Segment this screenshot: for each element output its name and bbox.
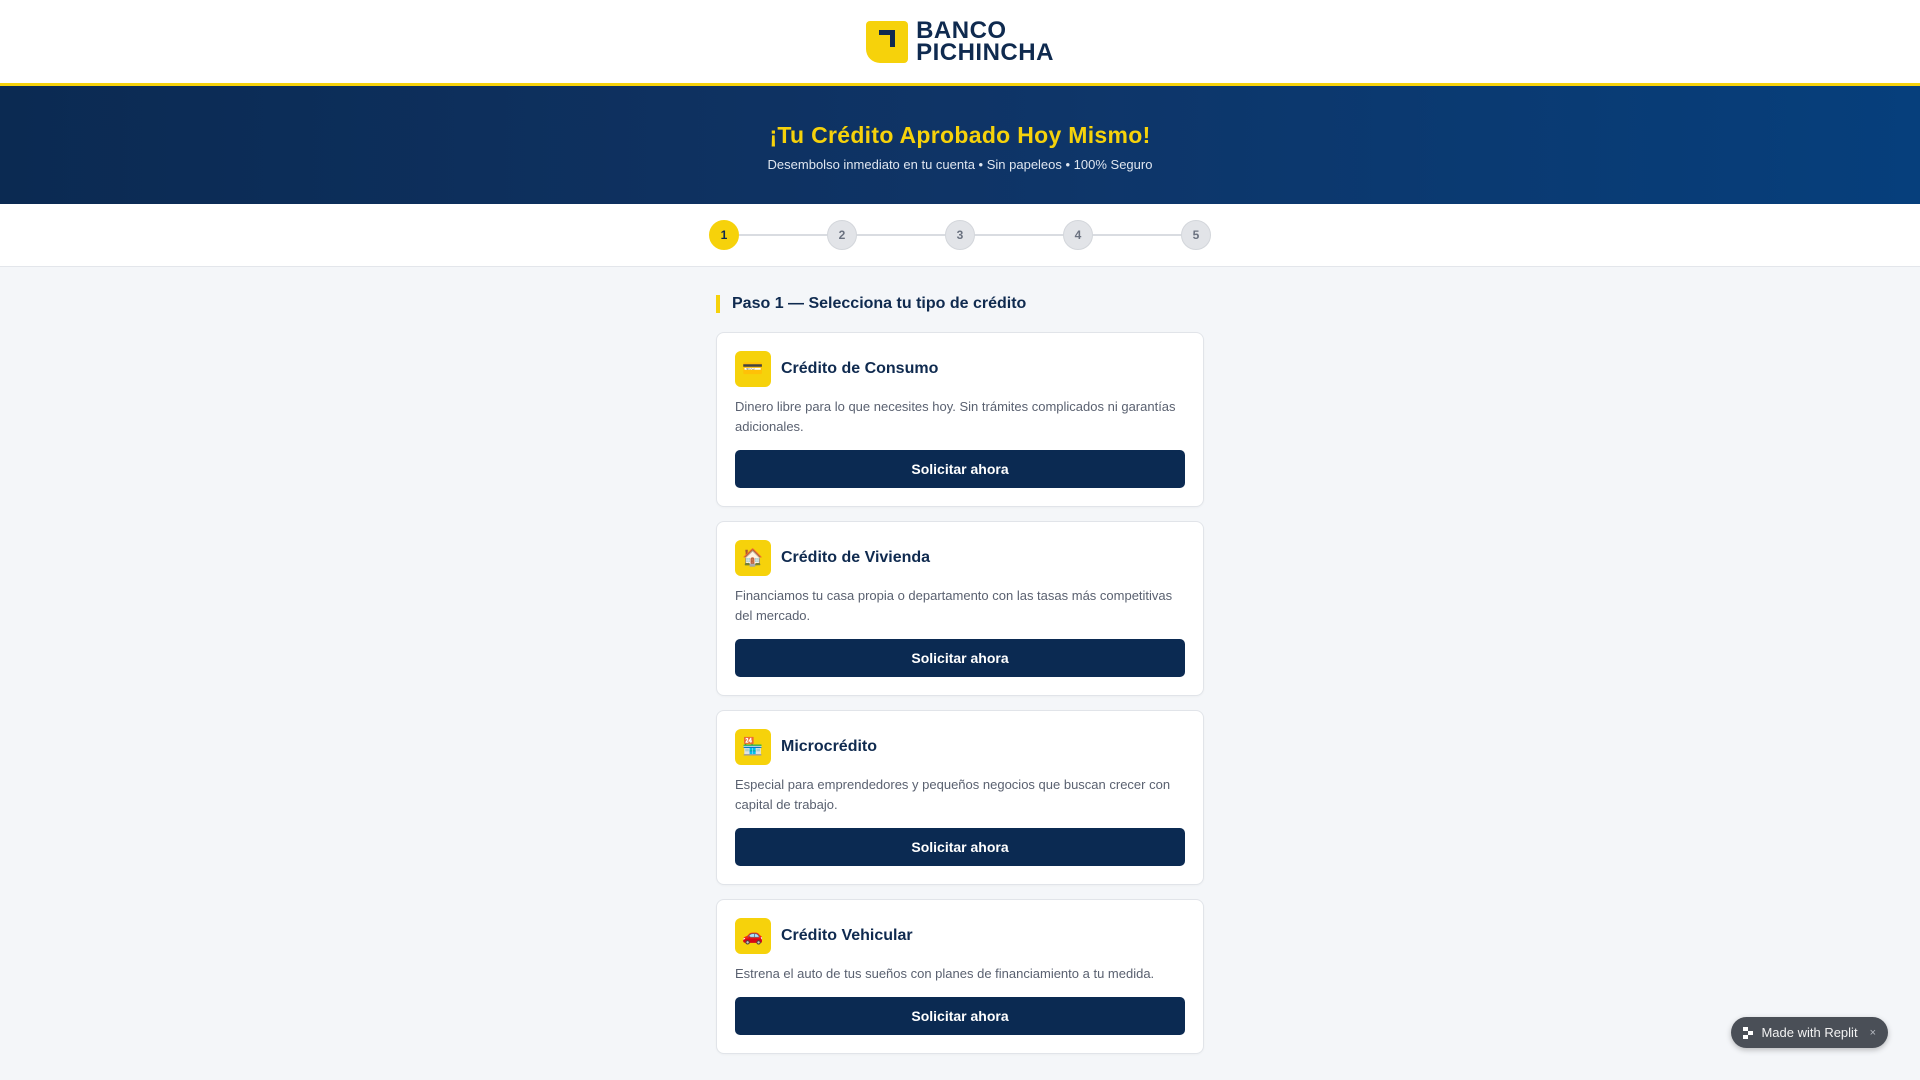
logo-mark-icon bbox=[866, 20, 909, 63]
car-icon: 🚗 bbox=[735, 918, 771, 954]
card-description: Estrena el auto de tus sueños con planes… bbox=[735, 966, 1155, 981]
step-2: 2 bbox=[827, 220, 857, 250]
step-4: 4 bbox=[1063, 220, 1093, 250]
replit-icon bbox=[1743, 1026, 1754, 1039]
step-connector bbox=[739, 234, 827, 236]
hero-subtitle: Desembolso inmediato en tu cuenta • Sin … bbox=[767, 157, 1153, 172]
step-connector bbox=[857, 234, 945, 236]
card-title: Crédito de Consumo bbox=[781, 360, 939, 377]
section-accent-bar bbox=[716, 295, 720, 313]
card-description: Financiamos tu casa propia o departament… bbox=[735, 588, 1173, 623]
step-3: 3 bbox=[945, 220, 975, 250]
card-title: Crédito Vehicular bbox=[781, 927, 913, 944]
card-description: Especial para emprendedores y pequeños n… bbox=[735, 777, 1171, 812]
step-1: 1 bbox=[709, 220, 739, 250]
step-connector bbox=[1093, 234, 1181, 236]
solicitar-consumo-button[interactable]: Solicitar ahora bbox=[735, 450, 1185, 488]
section-title-text: Paso 1 — Selecciona tu tipo de crédito bbox=[732, 295, 1027, 312]
close-icon[interactable]: × bbox=[1870, 1027, 1876, 1039]
solicitar-vivienda-button[interactable]: Solicitar ahora bbox=[735, 639, 1185, 677]
credit-card-microcredito: 🏪 Microcrédito Especial para emprendedor… bbox=[716, 710, 1204, 885]
logo-text: BANCO PICHINCHA bbox=[916, 18, 1054, 66]
hero-title: ¡Tu Crédito Aprobado Hoy Mismo! bbox=[769, 122, 1151, 148]
logo-line-2: PICHINCHA bbox=[916, 38, 1054, 66]
solicitar-microcredito-button[interactable]: Solicitar ahora bbox=[735, 828, 1185, 866]
top-header: BANCO PICHINCHA bbox=[0, 0, 1920, 86]
card-title: Microcrédito bbox=[781, 738, 878, 755]
house-icon: 🏠 bbox=[735, 540, 771, 576]
main-content: Paso 1 — Selecciona tu tipo de crédito 💳… bbox=[716, 267, 1204, 1054]
store-icon: 🏪 bbox=[735, 729, 771, 765]
made-with-replit-badge[interactable]: Made with Replit × bbox=[1731, 1017, 1888, 1048]
badge-label: Made with Replit bbox=[1761, 1025, 1858, 1040]
section-title: Paso 1 — Selecciona tu tipo de crédito bbox=[716, 295, 1204, 313]
credit-card-vehicular: 🚗 Crédito Vehicular Estrena el auto de t… bbox=[716, 899, 1204, 1054]
credit-card-consumo: 💳 Crédito de Consumo Dinero libre para l… bbox=[716, 332, 1204, 507]
solicitar-vehicular-button[interactable]: Solicitar ahora bbox=[735, 997, 1185, 1035]
step-5: 5 bbox=[1181, 220, 1211, 250]
bank-logo[interactable]: BANCO PICHINCHA bbox=[866, 18, 1054, 66]
progress-stepper: 1 2 3 4 5 bbox=[0, 204, 1920, 267]
credit-card-icon: 💳 bbox=[735, 351, 771, 387]
card-title: Crédito de Vivienda bbox=[781, 549, 931, 566]
card-description: Dinero libre para lo que necesites hoy. … bbox=[735, 399, 1176, 434]
hero-banner: ¡Tu Crédito Aprobado Hoy Mismo! Desembol… bbox=[0, 86, 1920, 204]
credit-card-vivienda: 🏠 Crédito de Vivienda Financiamos tu cas… bbox=[716, 521, 1204, 696]
step-connector bbox=[975, 234, 1063, 236]
